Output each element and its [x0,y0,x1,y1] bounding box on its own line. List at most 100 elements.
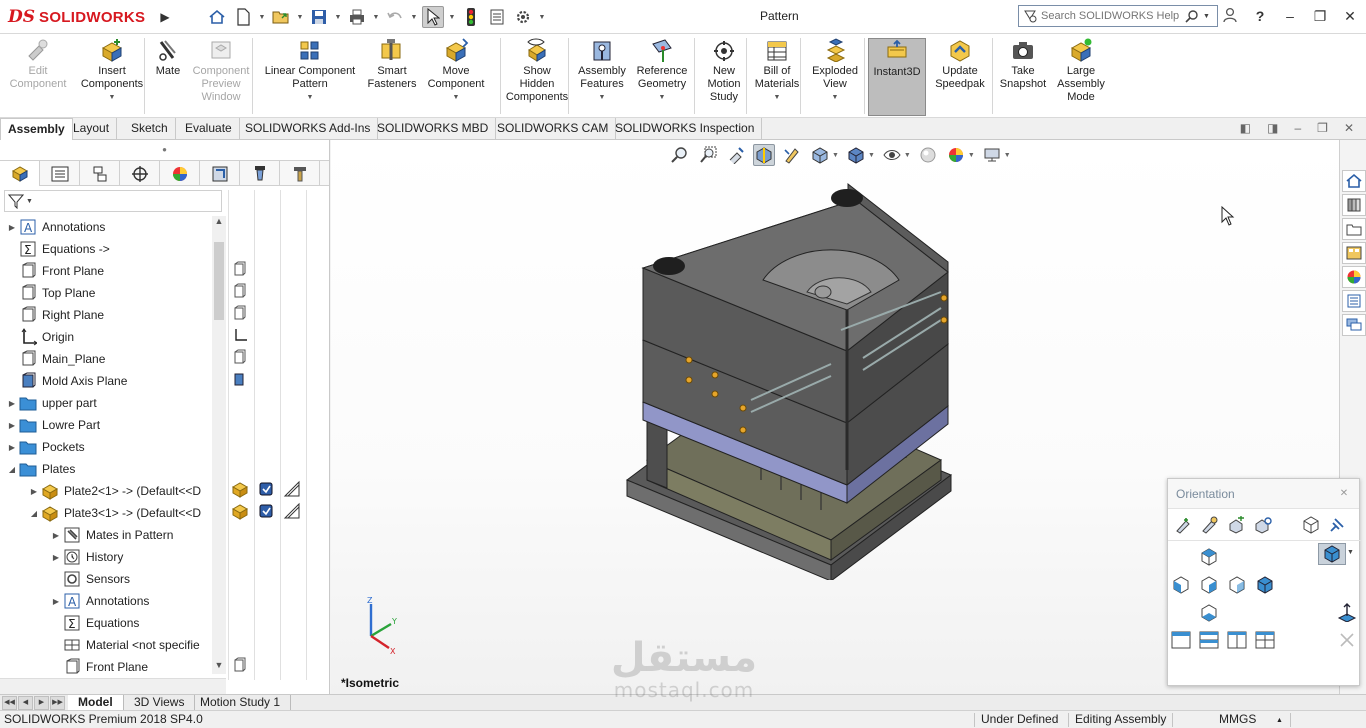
bottom-tab-model[interactable]: Model [68,695,124,711]
tree-item[interactable]: ▶ Pockets [0,436,212,458]
expand-arrow-icon[interactable]: ▶ [50,597,62,606]
reference-triad[interactable]: Z Y X [359,596,409,656]
front-view-icon[interactable] [1198,573,1220,595]
mold-assembly-model[interactable] [611,180,991,580]
save-icon[interactable] [308,6,330,28]
take-snapshot-button[interactable]: Take Snapshot [996,38,1050,116]
undo-icon[interactable] [384,6,406,28]
plane-visibility-icon[interactable] [230,348,250,366]
collapse-arrow-icon[interactable]: ◢ [6,465,18,474]
featuremanager-tab-icon[interactable] [0,161,40,186]
view-cube-icon[interactable] [1300,514,1322,536]
assembly-features-button[interactable]: Assembly Features ▼ [574,38,630,116]
orientation-close-icon[interactable]: ✕ [1337,487,1351,501]
search-icon[interactable] [1185,9,1199,23]
appearance-state-icon[interactable] [282,480,302,498]
plane-visibility-icon[interactable] [230,656,250,674]
print-dropdown-icon[interactable]: ▼ [372,14,380,21]
instant3d-button[interactable]: Instant3D [868,38,926,116]
tree-item[interactable]: ◢ Plate3<1> -> (Default<<D [0,502,212,524]
expand-arrow-icon[interactable]: ▶ [6,443,18,452]
component-state-icon[interactable] [230,502,250,520]
design-library-icon[interactable] [1342,194,1366,216]
mate-button[interactable]: Mate [150,38,186,116]
two-view-horizontal-icon[interactable] [1198,629,1220,651]
edit-appearance-icon[interactable] [917,144,939,166]
cam-operation-tab-icon[interactable] [240,161,280,186]
search-scope-icon[interactable] [1023,9,1037,23]
doc-close-icon[interactable]: ✕ [1344,121,1354,135]
large-assembly-mode-button[interactable]: Large Assembly Mode [1054,38,1108,116]
scene-dropdown-icon[interactable]: ▼ [968,152,975,159]
print-icon[interactable] [346,6,368,28]
view-settings-dropdown-icon[interactable]: ▼ [1004,152,1011,159]
rebuild-traffic-light-icon[interactable] [460,6,482,28]
move-component-dropdown-icon[interactable]: ▼ [453,91,460,104]
hide-show-items-icon[interactable] [881,144,903,166]
restore-icon[interactable]: ❐ [1312,8,1328,25]
view-dropdown-icon[interactable]: ▼ [1347,549,1354,556]
normal-to-icon[interactable] [1336,601,1358,623]
custom-properties-icon[interactable] [1342,290,1366,312]
help-icon[interactable]: ? [1252,8,1268,24]
insert-components-dropdown-icon[interactable]: ▼ [109,91,116,104]
view-settings-icon[interactable] [981,144,1003,166]
expand-arrow-icon[interactable]: ▶ [50,553,62,562]
appearances-scenes-icon[interactable] [1342,266,1366,288]
bill-of-materials-button[interactable]: Bill of Materials ▼ [752,38,802,116]
save-dropdown-icon[interactable]: ▼ [334,14,342,21]
collapse-arrow-icon[interactable]: ◢ [28,509,40,518]
reset-standard-views-icon[interactable] [1226,514,1248,536]
search-dropdown-icon[interactable]: ▼ [1203,13,1210,20]
user-account-icon[interactable] [1222,7,1238,26]
tree-item[interactable]: Front Plane [0,260,212,282]
tree-item[interactable]: ▶ History [0,546,212,568]
tree-filter[interactable]: ▼ [4,190,222,212]
pin-dialog-icon[interactable] [1326,514,1348,536]
cam-tools-tab-icon[interactable] [280,161,320,186]
appearance-state-icon[interactable] [282,502,302,520]
undo-dropdown-icon[interactable]: ▼ [410,14,418,21]
assembly-features-dropdown-icon[interactable]: ▼ [599,91,606,104]
tree-item[interactable]: Main_Plane [0,348,212,370]
forum-icon[interactable] [1342,314,1366,336]
new-view-icon[interactable] [1172,514,1194,536]
exploded-view-button[interactable]: Exploded View ▼ [806,38,864,116]
configurationmanager-tab-icon[interactable] [80,161,120,186]
select-dropdown-icon[interactable]: ▼ [448,14,456,21]
bill-of-materials-dropdown-icon[interactable]: ▼ [774,91,781,104]
single-view-icon[interactable] [1170,629,1192,651]
exploded-view-dropdown-icon[interactable]: ▼ [832,91,839,104]
update-standard-views-icon[interactable] [1198,514,1220,536]
view-selector-toggle-icon[interactable] [1252,514,1274,536]
dynamic-annotation-icon[interactable] [781,144,803,166]
filter-dropdown-icon[interactable]: ▼ [26,198,33,205]
tree-item[interactable]: Σ Equations -> [0,238,212,260]
menu-flyout-arrow-icon[interactable]: ▶ [158,8,172,26]
view-palette-icon[interactable] [1342,242,1366,264]
previous-tab-icon[interactable]: ◀ [18,696,33,710]
edit-component-button[interactable]: Edit Component [4,38,72,116]
tree-item[interactable]: ◢ Plates [0,458,212,480]
doc-minimize-icon[interactable]: – [1294,121,1301,135]
tree-item[interactable]: Mold Axis Plane [0,370,212,392]
bottom-view-icon[interactable] [1198,601,1220,623]
tree-vertical-scrollbar[interactable]: ▲ ▼ [212,216,226,674]
unit-dropdown-icon[interactable]: ▲ [1276,712,1283,728]
bottom-tab-3d-views[interactable]: 3D Views [124,695,196,711]
select-cursor-icon[interactable] [422,6,444,28]
tree-item[interactable]: Front Plane [0,656,212,676]
scroll-up-icon[interactable]: ▲ [212,216,226,230]
tab-assembly[interactable]: Assembly [0,118,73,140]
minimize-icon[interactable]: – [1282,8,1298,24]
insert-components-button[interactable]: Insert Components ▼ [74,38,150,116]
new-dropdown-icon[interactable]: ▼ [258,14,266,21]
plane-visibility-icon[interactable] [230,304,250,322]
dimxpert-tab-icon[interactable] [120,161,160,186]
file-explorer-icon[interactable] [1342,218,1366,240]
tile-left-icon[interactable]: ◧ [1240,121,1251,135]
new-document-icon[interactable] [232,6,254,28]
expand-arrow-icon[interactable]: ▶ [50,531,62,540]
four-view-icon[interactable] [1254,629,1276,651]
plane-visibility-icon[interactable] [230,260,250,278]
